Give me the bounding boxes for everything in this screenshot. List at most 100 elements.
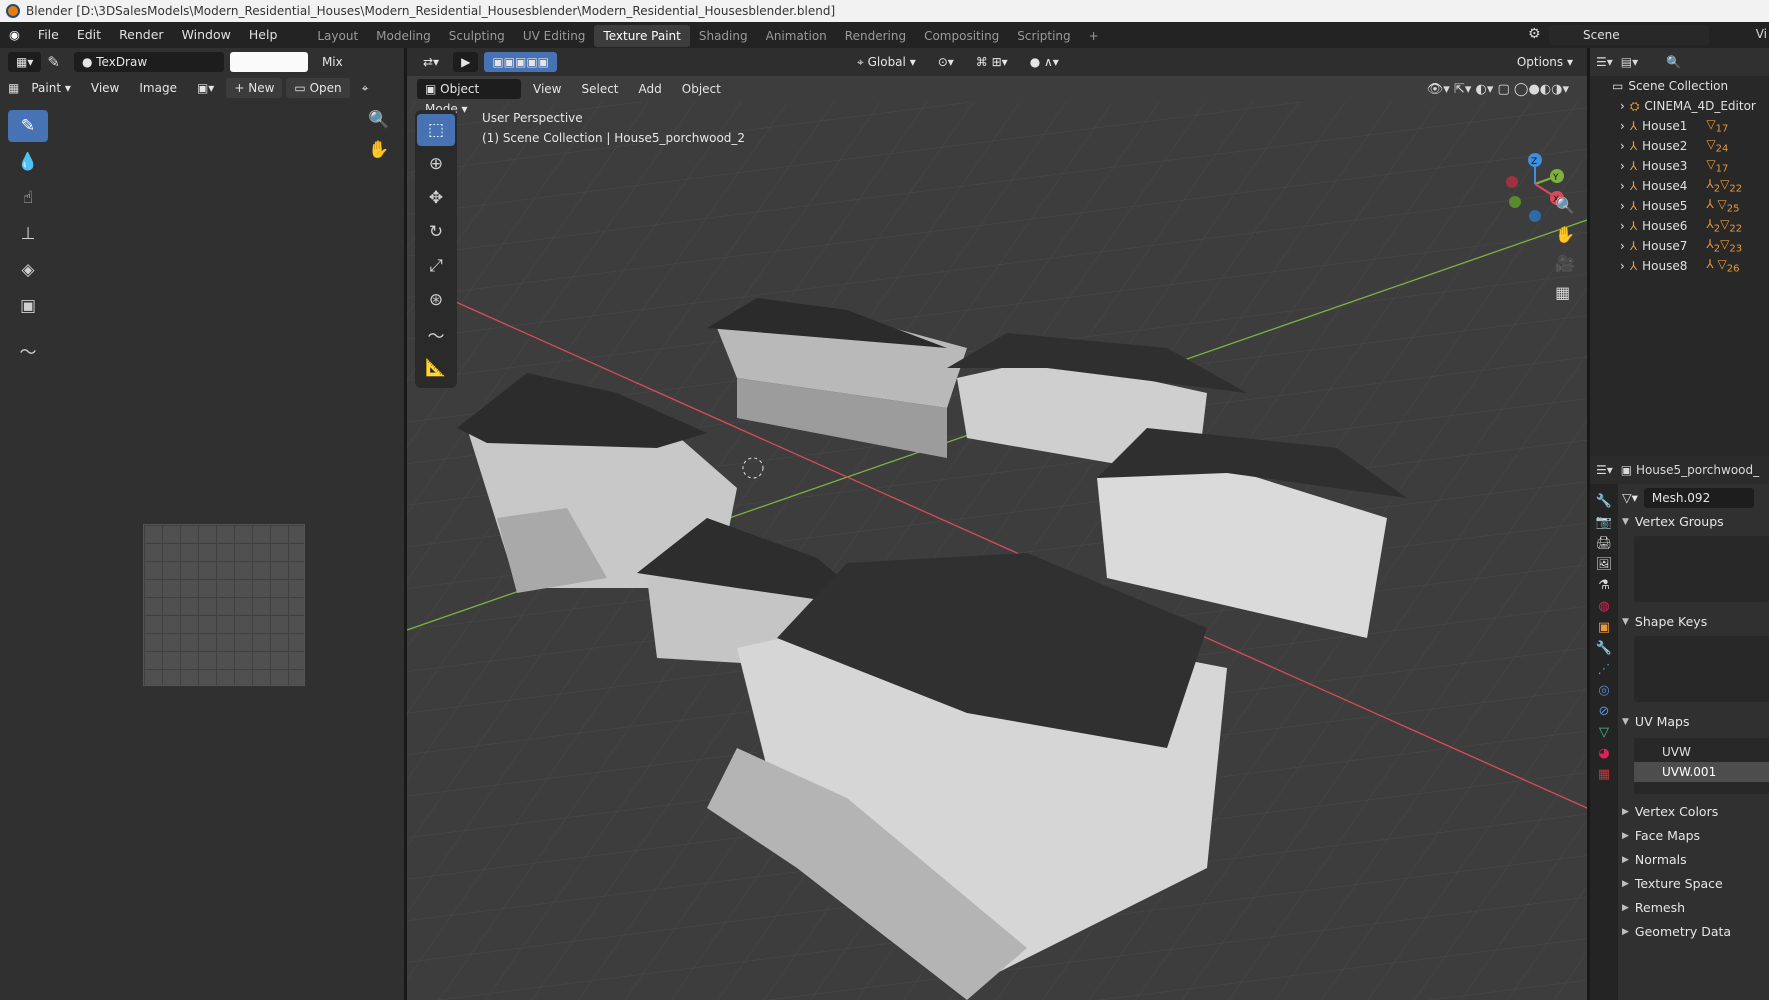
transform-icon[interactable]: ⊛ [417,284,455,316]
render-tab-icon[interactable]: 📷 [1596,515,1612,530]
uv-maps-header[interactable]: ▼ UV Maps [1622,710,1769,734]
outliner-row[interactable]: › ⅄ House6 ⅄2▽22 [1590,216,1769,236]
scene-tab-icon[interactable]: ⚗ [1598,578,1610,593]
image-view-menu[interactable]: View [83,78,127,98]
viewport-view-menu[interactable]: View [525,79,569,99]
menu-render[interactable]: Render [110,22,173,48]
pivot-point-icon[interactable]: ⊙▾ [930,52,962,72]
rotate-icon[interactable]: ↻ [417,216,455,248]
blend-mode[interactable]: Mix [314,52,351,72]
annotate-icon[interactable]: 〜 [417,318,455,350]
clone-tool-icon[interactable]: ⊥ [8,218,48,250]
view-layer-label[interactable]: Vi [1756,27,1767,41]
menu-file[interactable]: File [29,22,68,48]
scene-field[interactable]: Scene [1549,25,1709,45]
select-mode-icon[interactable]: ▶ [453,52,479,72]
expand-arrow-icon[interactable]: › [1620,119,1625,133]
tab-shading[interactable]: Shading [690,25,757,47]
outliner-search-icon[interactable]: 🔍 [1666,55,1681,69]
expand-arrow-icon[interactable]: › [1620,159,1625,173]
shape-keys-list[interactable] [1634,636,1769,702]
tab-layout[interactable]: Layout [308,25,367,47]
menu-help[interactable]: Help [240,22,287,48]
uv-map-item-selected[interactable]: UVW.001 [1634,762,1769,782]
expand-arrow-icon[interactable]: › [1620,99,1625,113]
scene-collection-row[interactable]: ▭ Scene Collection [1590,76,1769,96]
paint-mode-dropdown[interactable]: Paint ▾ [23,78,79,98]
brush-selector[interactable]: ● TexDraw [73,52,224,72]
constraints-tab-icon[interactable]: ⊘ [1599,704,1610,719]
tab-compositing[interactable]: Compositing [915,25,1008,47]
options-dropdown[interactable]: Options ▾ [1509,52,1581,72]
expand-arrow-icon[interactable]: › [1620,259,1625,273]
mesh-datablock-row[interactable]: ▽▾ Mesh.092 [1622,486,1769,510]
data-tab-icon[interactable]: ▽ [1599,725,1609,740]
measure-icon[interactable]: 📐 [417,352,455,384]
cursor-icon[interactable]: ⊕ [417,148,455,180]
fill-tool-icon[interactable]: ◈ [8,254,48,286]
expand-arrow-icon[interactable]: › [1620,139,1625,153]
vertex-groups-list[interactable] [1634,536,1769,602]
proportional-edit-icon[interactable]: ● ∧▾ [1022,52,1067,72]
vertex-groups-header[interactable]: ▼ Vertex Groups [1622,510,1769,534]
mask-tool-icon[interactable]: ▣ [8,290,48,322]
zoom-icon[interactable]: 🔍 [368,110,389,130]
camera-view-icon[interactable]: 🎥 [1555,254,1575,273]
ortho-toggle-icon[interactable]: ▦ [1555,283,1575,302]
geometry-data-header[interactable]: ▶ Geometry Data [1622,920,1769,944]
shape-keys-header[interactable]: ▼ Shape Keys [1622,610,1769,634]
face-maps-header[interactable]: ▶ Face Maps [1622,824,1769,848]
viewport-object-menu[interactable]: Object [674,79,729,99]
outliner-row[interactable]: › ⅄ House3 ▽17 [1590,156,1769,176]
normals-header[interactable]: ▶ Normals [1622,848,1769,872]
menu-window[interactable]: Window [173,22,240,48]
brush-icon[interactable]: ✎ [47,53,60,71]
expand-arrow-icon[interactable]: › [1620,219,1625,233]
move-icon[interactable]: ✥ [417,182,455,214]
material-tab-icon[interactable]: ◕ [1598,746,1609,761]
outliner-row[interactable]: › ⅄ House4 ⅄2▽22 [1590,176,1769,196]
outliner-editor-icon[interactable]: ☰▾ [1596,55,1613,69]
tab-rendering[interactable]: Rendering [836,25,915,47]
expand-arrow-icon[interactable]: › [1620,179,1625,193]
menu-edit[interactable]: Edit [68,22,110,48]
expand-arrow-icon[interactable]: › [1620,239,1625,253]
outliner-row[interactable]: › ⛭ CINEMA_4D_Editor [1590,96,1769,116]
new-image-button[interactable]: + New [226,78,283,98]
physics-tab-icon[interactable]: ◎ [1598,683,1609,698]
snap-icon[interactable]: ⌘ ⊞▾ [968,52,1016,72]
mesh-name-field[interactable]: Mesh.092 [1643,488,1754,508]
viewport-add-menu[interactable]: Add [631,79,670,99]
pan-hand-icon[interactable]: ✋ [368,140,389,160]
outliner-row[interactable]: › ⅄ House2 ▽24 [1590,136,1769,156]
transform-pivot-icon[interactable]: ⇄▾ [415,52,447,72]
remesh-header[interactable]: ▶ Remesh [1622,896,1769,920]
pan-view-icon[interactable]: ✋ [1555,225,1575,244]
orientation-dropdown[interactable]: ⌖ Global ▾ [849,52,924,72]
viewport-scene[interactable]: Z Y X [407,48,1587,1000]
uv-map-item[interactable]: UVW [1634,742,1769,762]
soften-tool-icon[interactable]: 💧 [8,146,48,178]
vertex-colors-header[interactable]: ▶ Vertex Colors [1622,800,1769,824]
outliner-row[interactable]: › ⅄ House7 ⅄2▽23 [1590,236,1769,256]
image-browse-icon[interactable]: ▣▾ [189,78,222,98]
outliner-row[interactable]: › ⅄ House1 ▽17 [1590,116,1769,136]
open-image-button[interactable]: ▭ Open [286,78,350,98]
texture-space-header[interactable]: ▶ Texture Space [1622,872,1769,896]
select-box-icon[interactable]: ⬚ [417,114,455,146]
tool-tab-icon[interactable]: 🔧 [1596,494,1612,509]
pin-icon[interactable]: ⌖ [354,78,377,98]
paint-mode-icon[interactable]: ▦ [8,81,19,95]
annotate-tool-icon[interactable]: 〜 [8,334,48,366]
tab-sculpting[interactable]: Sculpting [440,25,514,47]
object-mode-dropdown[interactable]: ▣ Object Mode ▾ [417,79,521,116]
object-tab-icon[interactable]: ▣ [1598,620,1610,635]
world-tab-icon[interactable]: ◍ [1598,599,1609,614]
editor-type-icon[interactable]: ▦▾ [8,52,42,72]
smear-tool-icon[interactable]: ☝ [8,182,48,214]
zoom-view-icon[interactable]: 🔍 [1555,196,1575,215]
tab-uv-editing[interactable]: UV Editing [514,25,595,47]
object-name-field[interactable]: ▣ House5_porchwood_ [1621,463,1759,477]
draw-tool-icon[interactable]: ✎ [8,110,48,142]
tab-animation[interactable]: Animation [757,25,836,47]
